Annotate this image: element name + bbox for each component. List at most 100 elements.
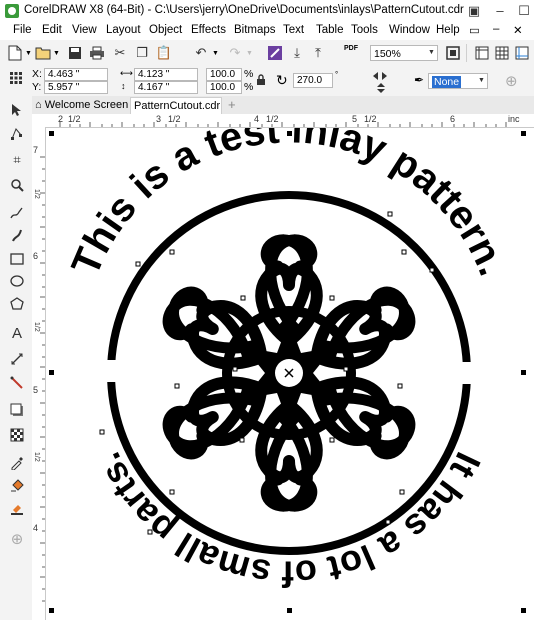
scale-y-field[interactable]: 100.0 [206, 81, 242, 94]
x-position-field[interactable]: 4.463 " [44, 68, 108, 81]
open-dropdown-icon[interactable]: ▼ [53, 50, 60, 57]
window-title: CorelDRAW X8 (64-Bit) - C:\Users\jerry\O… [24, 4, 464, 16]
h-ruler-label: 2 [58, 114, 64, 124]
ellipse-tool-icon[interactable] [8, 272, 26, 290]
pick-tool-icon[interactable] [8, 101, 26, 119]
height-icon: ↕ [121, 81, 126, 91]
publish-pdf-button[interactable]: PDF [344, 45, 358, 52]
pdf-label: PDF [344, 45, 358, 52]
connector-tool-icon[interactable] [8, 374, 26, 392]
menu-edit[interactable]: Edit [42, 24, 62, 36]
h-ruler-label: 1/2 [68, 114, 81, 124]
new-tab-icon[interactable]: + [228, 97, 236, 112]
rectangle-tool-icon[interactable] [8, 250, 26, 268]
zoom-level-combo[interactable]: 150% ▼ [370, 45, 438, 61]
artistic-media-tool-icon[interactable] [8, 226, 26, 244]
menu-view[interactable]: View [72, 24, 97, 36]
crop-tool-icon[interactable]: ⌗ [8, 151, 26, 169]
redo-icon[interactable]: ↷ [226, 44, 244, 62]
undo-dropdown-icon[interactable]: ▼ [212, 50, 219, 57]
property-bar: X: 4.463 " Y: 5.957 " ⟷ 4.123 " ↕ 4.167 … [0, 66, 534, 97]
zoom-dropdown-icon[interactable]: ▼ [426, 46, 437, 60]
h-ruler-label: 6 [450, 114, 456, 124]
restore-doc-icon[interactable]: ▭ [469, 23, 480, 37]
menu-object[interactable]: Object [149, 24, 182, 36]
scale-y-percent: % [244, 81, 254, 93]
quick-customize-icon[interactable]: ⊕ [8, 530, 26, 548]
freehand-tool-icon[interactable] [8, 204, 26, 222]
cut-icon[interactable]: ✂ [111, 44, 129, 62]
copy-icon[interactable]: ❐ [133, 44, 151, 62]
mirror-vertical-icon[interactable] [376, 83, 386, 96]
v-ruler-label: 5 [33, 385, 39, 395]
dimension-tool-icon[interactable] [8, 350, 26, 368]
close-doc-icon[interactable]: ✕ [513, 23, 523, 37]
search-content-icon[interactable] [266, 44, 284, 62]
v-ruler-label: 4 [33, 523, 39, 533]
save-icon[interactable] [66, 44, 84, 62]
vertical-ruler[interactable]: 7 1/2 6 1/2 5 1/2 4 [32, 127, 46, 620]
horizontal-ruler[interactable]: 2 1/2 3 1/2 4 1/2 5 1/2 6 inc [32, 114, 534, 128]
minimize-doc-icon[interactable]: – [493, 23, 499, 35]
show-rulers-icon[interactable] [473, 44, 491, 62]
new-document-dropdown-icon[interactable]: ▼ [25, 50, 32, 57]
tab-pattern-cutout[interactable]: PatternCutout.cdr [130, 97, 222, 114]
outline-pen-icon[interactable]: ✒ [414, 73, 424, 87]
menu-text[interactable]: Text [283, 24, 304, 36]
open-folder-icon[interactable] [34, 44, 52, 62]
full-screen-icon[interactable] [444, 44, 462, 62]
print-icon[interactable] [88, 44, 106, 62]
x-position-label: X: [32, 68, 42, 80]
zoom-value: 150% [374, 48, 401, 60]
import-icon[interactable]: ⤓ [288, 44, 306, 62]
h-ruler-label: 1/2 [168, 114, 181, 124]
title-bar: CorelDRAW X8 (64-Bit) - C:\Users\jerry\O… [0, 0, 534, 23]
smart-fill-tool-icon[interactable] [8, 500, 26, 518]
menu-tools[interactable]: Tools [351, 24, 378, 36]
shape-tool-icon[interactable] [8, 125, 26, 143]
menu-window[interactable]: Window [389, 24, 430, 36]
height-field[interactable]: 4.167 " [134, 81, 198, 94]
width-icon: ⟷ [120, 68, 133, 78]
h-ruler-label: 5 [352, 114, 358, 124]
width-field[interactable]: 4.123 " [134, 68, 198, 81]
restore-button[interactable]: ▣ [460, 0, 488, 22]
tab-welcome-screen[interactable]: ⌂ Welcome Screen [32, 97, 130, 114]
eyedropper-tool-icon[interactable] [8, 454, 26, 472]
paste-icon[interactable]: 📋 [155, 44, 173, 62]
rotation-angle-field[interactable]: 270.0 [293, 73, 333, 88]
polygon-tool-icon[interactable] [8, 295, 26, 313]
object-origin-icon[interactable] [10, 72, 22, 87]
interactive-fill-tool-icon[interactable] [8, 477, 26, 495]
show-guidelines-icon[interactable] [513, 44, 531, 62]
home-icon: ⌂ [35, 99, 42, 111]
menu-table[interactable]: Table [316, 24, 344, 36]
maximize-button[interactable]: ☐ [510, 0, 534, 22]
menu-file[interactable]: File [13, 24, 32, 36]
new-document-icon[interactable] [6, 44, 24, 62]
redo-dropdown-icon[interactable]: ▼ [246, 50, 253, 57]
h-ruler-label: 3 [156, 114, 162, 124]
outline-dropdown-icon[interactable]: ▼ [476, 74, 487, 88]
show-grid-icon[interactable] [493, 44, 511, 62]
tab-welcome-label: Welcome Screen [44, 99, 129, 111]
menu-effects[interactable]: Effects [191, 24, 226, 36]
transparency-tool-icon[interactable] [8, 426, 26, 444]
menu-layout[interactable]: Layout [106, 24, 141, 36]
outline-width-combo[interactable]: None ▼ [428, 73, 488, 89]
drop-shadow-tool-icon[interactable] [8, 401, 26, 419]
export-icon[interactable]: ⤒ [309, 44, 327, 62]
undo-icon[interactable]: ↶ [192, 44, 210, 62]
drawing-canvas[interactable]: This is a test inlay pattern. It has a l… [46, 128, 534, 620]
menu-help[interactable]: Help [436, 24, 460, 36]
inlay-pattern-artwork[interactable]: This is a test inlay pattern. It has a l… [46, 128, 534, 620]
add-property-icon[interactable]: ⊕ [505, 72, 518, 90]
tab-document-label: PatternCutout.cdr [134, 100, 221, 112]
v-ruler-label: 1/2 [33, 322, 40, 332]
lock-ratio-icon[interactable] [256, 74, 266, 89]
text-tool-icon[interactable]: A [8, 324, 26, 342]
zoom-tool-icon[interactable] [8, 176, 26, 194]
scale-x-field[interactable]: 100.0 [206, 68, 242, 81]
y-position-field[interactable]: 5.957 " [44, 81, 108, 94]
menu-bitmaps[interactable]: Bitmaps [234, 24, 276, 36]
